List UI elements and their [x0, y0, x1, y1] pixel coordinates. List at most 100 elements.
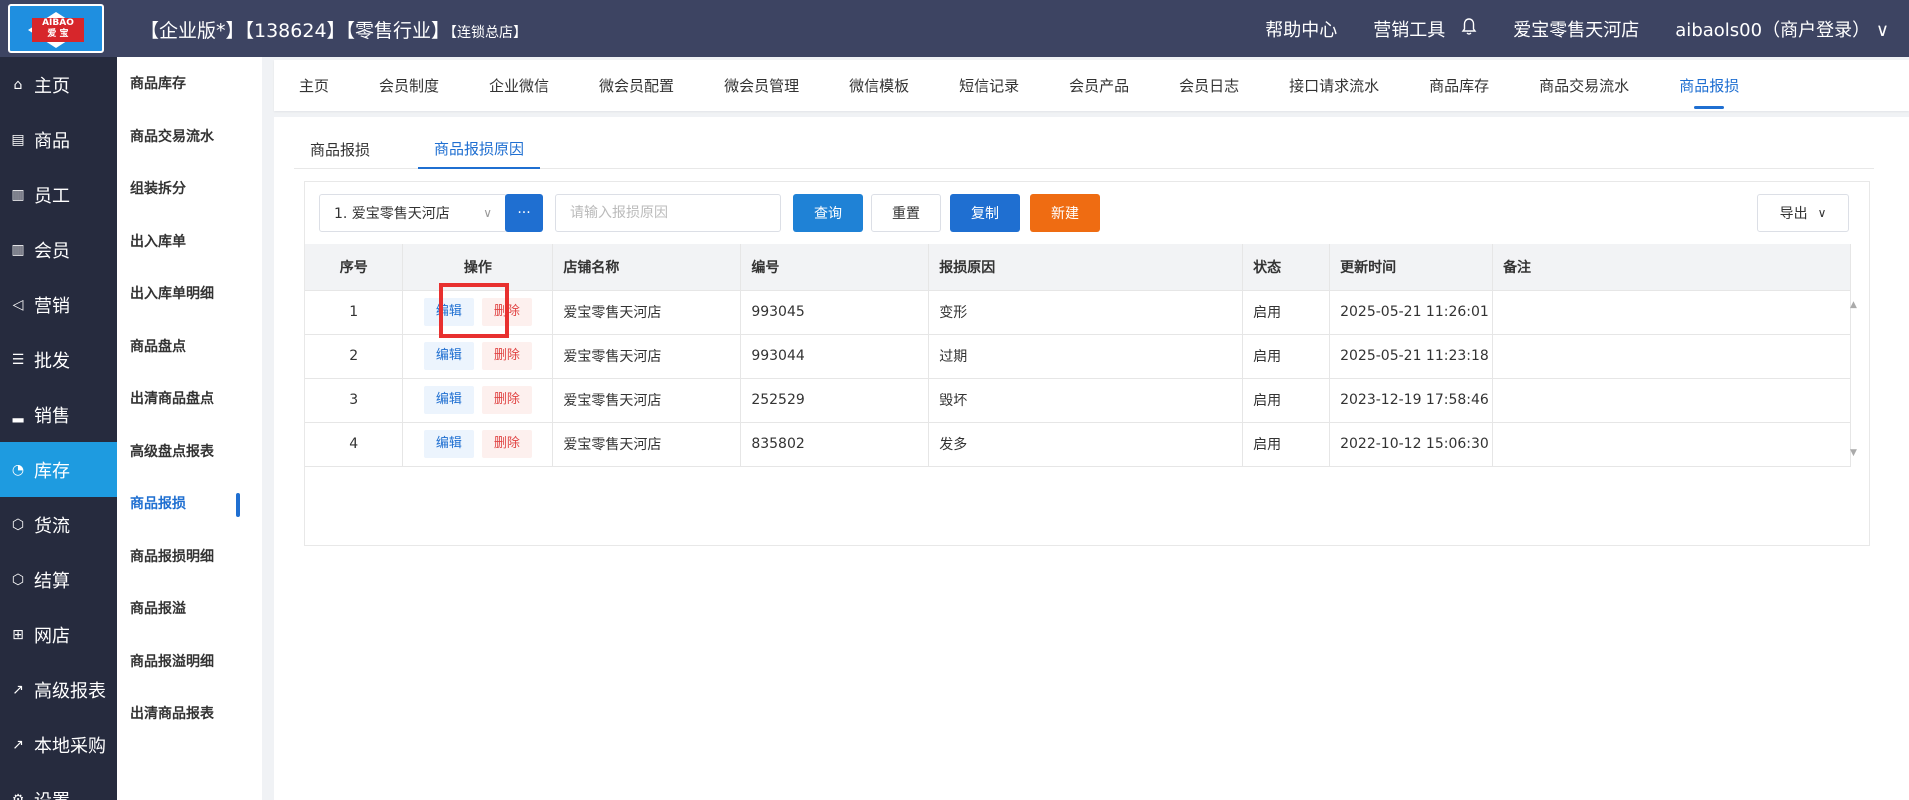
subtab-damage[interactable]: 商品报损	[294, 129, 386, 169]
subnav-item-overflow-details[interactable]: 商品报溢明细	[117, 635, 262, 688]
nav-item-staff[interactable]: ▥ 员工	[0, 167, 117, 222]
subnav-item-clearance-stocktake[interactable]: 出清商品盘点	[117, 372, 262, 425]
marketing-tools-link[interactable]: 营销工具	[1373, 16, 1445, 42]
user-name: aibaols00（商户登录）	[1675, 20, 1871, 41]
tab-member-system[interactable]: 会员制度	[379, 60, 439, 111]
nav-item-sales[interactable]: ▂ 销售	[0, 387, 117, 442]
export-button[interactable]: 导出 ∨	[1757, 194, 1849, 232]
cell-reason: 变形	[928, 290, 1244, 335]
cell-store: 爱宝零售天河店	[552, 290, 742, 335]
subnav-item-damage[interactable]: 商品报损	[117, 477, 262, 530]
delete-button[interactable]: 删除	[481, 386, 532, 414]
col-reason: 报损原因	[928, 244, 1244, 291]
col-actions: 操作	[402, 244, 554, 291]
nav-item-advanced-report[interactable]: ↗ 高级报表	[0, 662, 117, 717]
cell-seq: 4	[305, 422, 404, 467]
nav-label: 设置	[34, 787, 70, 800]
cell-note	[1492, 290, 1851, 335]
tab-sms-records[interactable]: 短信记录	[959, 60, 1019, 111]
subnav-item-overflow[interactable]: 商品报溢	[117, 582, 262, 635]
col-updated: 更新时间	[1329, 244, 1494, 291]
tab-home[interactable]: 主页	[299, 60, 329, 111]
nav-label: 本地采购	[34, 735, 106, 757]
bar-chart-icon: ▂	[12, 406, 24, 423]
subnav-item-stock[interactable]: 商品库存	[117, 57, 262, 110]
delete-button[interactable]: 删除	[481, 342, 532, 370]
edit-button[interactable]: 编辑	[423, 298, 474, 326]
tab-goods-stock[interactable]: 商品库存	[1429, 60, 1489, 111]
app-title-main: 【企业版*】【138624】【零售行业】	[140, 20, 451, 42]
cell-updated: 2025-05-21 11:23:18	[1329, 334, 1494, 379]
edit-button[interactable]: 编辑	[423, 386, 474, 414]
nav-item-local-purchase[interactable]: ↗ 本地采购	[0, 717, 117, 772]
cell-reason: 毁坏	[928, 378, 1244, 423]
copy-button[interactable]: 复制	[950, 194, 1020, 232]
nav-item-inventory[interactable]: ◔ 库存	[0, 442, 117, 497]
tab-micro-member-config[interactable]: 微会员配置	[599, 60, 674, 111]
query-button[interactable]: 查询	[793, 194, 863, 232]
goods-icon: ▤	[11, 131, 25, 148]
cell-code: 835802	[740, 422, 930, 467]
tab-micro-member-manage[interactable]: 微会员管理	[724, 60, 799, 111]
subnav-item-stocktake[interactable]: 商品盘点	[117, 320, 262, 373]
tab-api-requests[interactable]: 接口请求流水	[1289, 60, 1379, 111]
cell-code: 993045	[740, 290, 930, 335]
nav-item-marketing[interactable]: ◁ 营销	[0, 277, 117, 332]
nav-item-home[interactable]: ⌂ 主页	[0, 57, 117, 112]
cell-note	[1492, 334, 1851, 379]
current-store[interactable]: 爱宝零售天河店	[1513, 16, 1639, 42]
edit-button[interactable]: 编辑	[423, 342, 474, 370]
logo-text-top: AIBAO	[42, 18, 74, 28]
subnav-item-advanced-stocktake[interactable]: 高级盘点报表	[117, 425, 262, 478]
scroll-down-arrow[interactable]: ▼	[1850, 448, 1857, 458]
subnav-item-transactions[interactable]: 商品交易流水	[117, 110, 262, 163]
store-more-button[interactable]: ···	[505, 194, 543, 232]
delete-button[interactable]: 删除	[481, 430, 532, 458]
bell-icon[interactable]	[1461, 17, 1477, 41]
edit-button[interactable]: 编辑	[423, 430, 474, 458]
delete-button[interactable]: 删除	[481, 298, 532, 326]
tab-goods-damage[interactable]: 商品报损	[1679, 60, 1739, 111]
nav-item-goods[interactable]: ▤ 商品	[0, 112, 117, 167]
tab-member-products[interactable]: 会员产品	[1069, 60, 1129, 111]
subnav-item-clearance-report[interactable]: 出清商品报表	[117, 687, 262, 740]
tab-wechat-template[interactable]: 微信模板	[849, 60, 909, 111]
nav-label: 商品	[34, 130, 70, 152]
sub-tabs: 商品报损 商品报损原因	[294, 129, 1874, 169]
table-row: 3 编辑 删除 爱宝零售天河店 252529 毁坏 启用 2023-12-19 1…	[305, 378, 1851, 423]
table-header-row: 序号 操作 店铺名称 编号 报损原因 状态 更新时间 备注	[305, 244, 1851, 291]
line-chart-icon: ↗	[12, 681, 24, 698]
cell-store: 爱宝零售天河店	[552, 378, 742, 423]
nav-label: 主页	[34, 75, 70, 97]
tab-wecom[interactable]: 企业微信	[489, 60, 549, 111]
nav-item-settings[interactable]: ⚙ 设置	[0, 772, 117, 800]
nav-item-logistics[interactable]: ⬡ 货流	[0, 497, 117, 552]
nav-item-member[interactable]: ▥ 会员	[0, 222, 117, 277]
reset-button[interactable]: 重置	[871, 194, 941, 232]
store-select[interactable]: 1. 爱宝零售天河店 ∨	[319, 194, 507, 232]
tab-member-log[interactable]: 会员日志	[1179, 60, 1239, 111]
new-button[interactable]: 新建	[1030, 194, 1100, 232]
nav-label: 批发	[34, 350, 70, 372]
nav-label: 货流	[34, 515, 70, 537]
sub-sidebar: 商品库存 商品交易流水 组装拆分 出入库单 出入库单明细 商品盘点 出清商品盘点…	[117, 57, 262, 800]
subnav-item-damage-details[interactable]: 商品报损明细	[117, 530, 262, 583]
subnav-item-inout-orders[interactable]: 出入库单	[117, 215, 262, 268]
nav-item-webstore[interactable]: ⊞ 网店	[0, 607, 117, 662]
table-row: 1 编辑 删除 爱宝零售天河店 993045 变形 启用 2025-05-21 1…	[305, 290, 1851, 335]
reason-search-input[interactable]	[555, 194, 781, 232]
subtab-damage-reasons[interactable]: 商品报损原因	[418, 129, 541, 169]
cube-icon: ⬡	[11, 516, 25, 533]
nav-item-settlement[interactable]: ⬡ 结算	[0, 552, 117, 607]
nav-item-wholesale[interactable]: ☰ 批发	[0, 332, 117, 387]
subnav-item-assembly[interactable]: 组装拆分	[117, 162, 262, 215]
logo-band: AIBAO 爱 宝	[32, 18, 84, 42]
nav-label: 结算	[34, 570, 70, 592]
cell-updated: 2023-12-19 17:58:46	[1329, 378, 1494, 423]
help-center-link[interactable]: 帮助中心	[1265, 16, 1337, 42]
aibao-logo[interactable]: AIBAO 爱 宝	[8, 4, 104, 53]
tab-goods-transactions[interactable]: 商品交易流水	[1539, 60, 1629, 111]
scroll-up-arrow[interactable]: ▲	[1850, 300, 1857, 310]
subnav-item-inout-details[interactable]: 出入库单明细	[117, 267, 262, 320]
user-menu[interactable]: aibaols00（商户登录） ∨	[1675, 16, 1889, 42]
